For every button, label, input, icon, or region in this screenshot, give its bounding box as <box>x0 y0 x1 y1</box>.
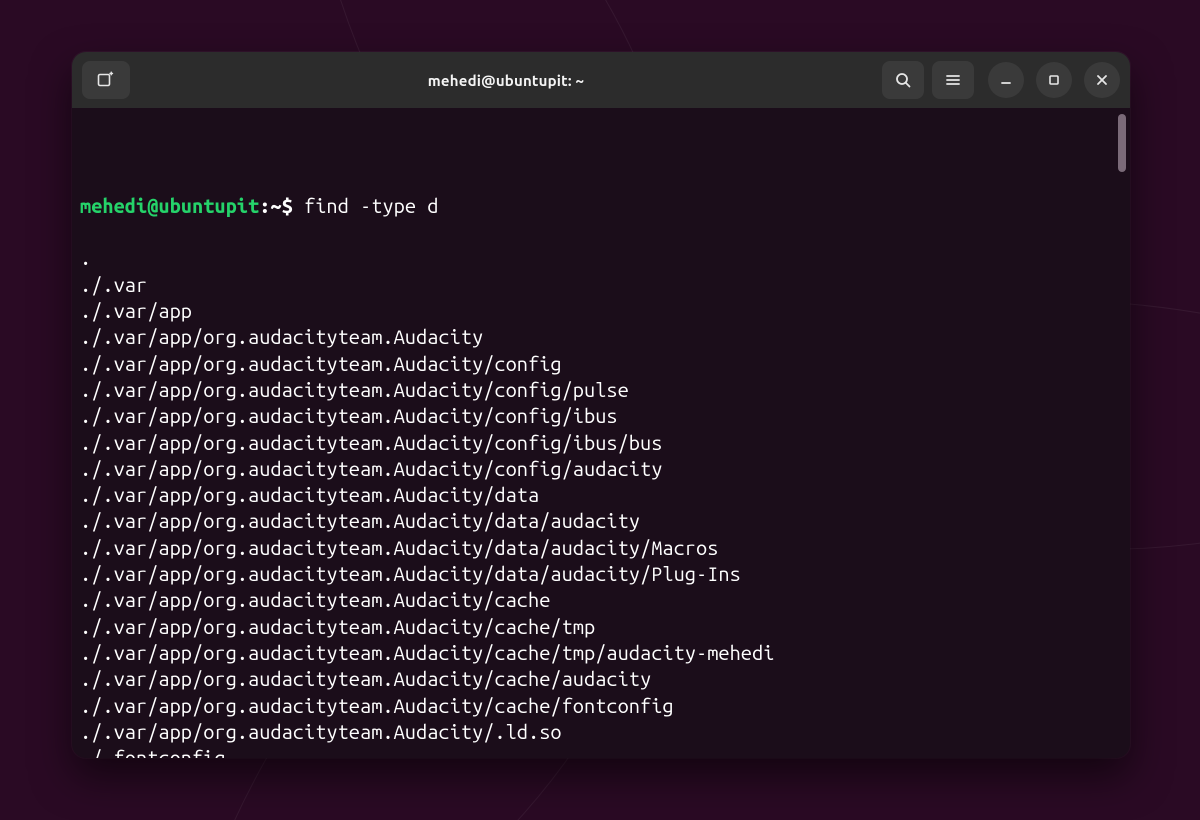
terminal-window: mehedi@ubuntupit: ~ <box>72 52 1130 758</box>
command-text: find -type d <box>304 194 438 217</box>
close-icon <box>1095 73 1109 87</box>
hamburger-menu-button[interactable] <box>932 61 974 99</box>
prompt-path: ~ <box>270 194 281 217</box>
prompt-user-host: mehedi@ubuntupit <box>80 194 259 217</box>
minimize-button[interactable] <box>988 62 1024 98</box>
search-icon <box>894 71 912 89</box>
minimize-icon <box>999 73 1013 87</box>
titlebar[interactable]: mehedi@ubuntupit: ~ <box>72 52 1130 108</box>
scrollbar-thumb[interactable] <box>1118 114 1126 172</box>
close-button[interactable] <box>1084 62 1120 98</box>
prompt-separator: : <box>259 194 270 217</box>
terminal-output: . ./.var ./.var/app ./.var/app/org.audac… <box>80 245 1124 758</box>
search-button[interactable] <box>882 61 924 99</box>
terminal-line: mehedi@ubuntupit:~$ find -type d <box>80 193 1124 219</box>
prompt-sigil: $ <box>282 194 293 217</box>
terminal-viewport[interactable]: mehedi@ubuntupit:~$ find -type d . ./.va… <box>72 108 1130 758</box>
new-tab-button[interactable] <box>82 61 130 99</box>
window-controls <box>988 62 1120 98</box>
window-title: mehedi@ubuntupit: ~ <box>138 72 874 89</box>
maximize-button[interactable] <box>1036 62 1072 98</box>
menu-icon <box>944 71 962 89</box>
new-tab-icon <box>96 70 116 90</box>
maximize-icon <box>1047 73 1061 87</box>
